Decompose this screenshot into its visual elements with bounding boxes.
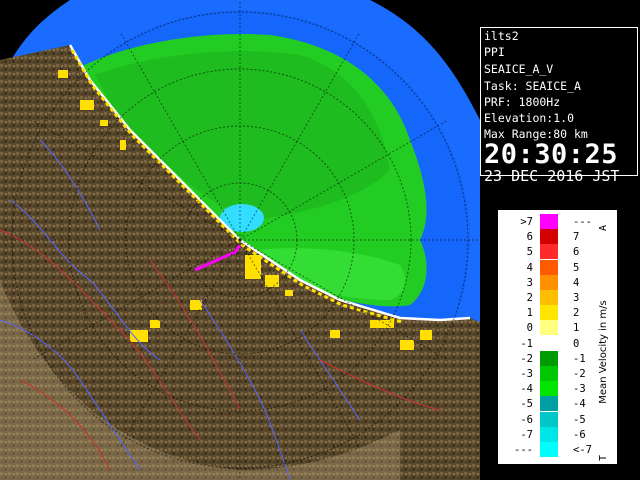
- legend-color-swatch: [540, 274, 558, 290]
- legend-top-marker: A: [598, 225, 609, 231]
- legend-color-swatch: [540, 350, 558, 366]
- legend-color-swatch: [540, 366, 558, 381]
- legend-title: A Mean Velocity in m/s T: [598, 225, 609, 461]
- legend-color-swatch: [540, 381, 558, 397]
- legend-left-label: -7: [520, 428, 533, 441]
- legend-right-label: -6: [573, 428, 586, 441]
- elevation-value: Elevation:1.0: [484, 111, 575, 125]
- legend-left-label: -4: [520, 383, 533, 396]
- scan-time: 20:30:25: [484, 139, 619, 170]
- legend-color-swatch: [540, 396, 558, 412]
- legend-left-label: >7: [520, 216, 533, 228]
- legend-left-label: 3: [526, 276, 533, 289]
- legend-right-label: 0: [573, 337, 580, 350]
- scan-mode: PPI: [484, 45, 505, 59]
- radar-map-view[interactable]: [0, 0, 480, 480]
- legend-left-label: 6: [526, 231, 533, 244]
- legend-right-label: 2: [573, 307, 580, 320]
- legend-right-label: -1: [573, 352, 586, 365]
- legend-left-label: -3: [520, 368, 533, 380]
- legend-right-label: 6: [573, 246, 580, 259]
- legend-left-label: 5: [526, 246, 533, 259]
- legend-right-label: -4: [573, 398, 586, 411]
- legend-color-swatch: [540, 290, 558, 305]
- legend-color-swatch: [540, 411, 558, 427]
- legend-color-swatch: [540, 259, 558, 275]
- legend-color-swatch: [540, 244, 558, 260]
- legend-right-label: 1: [573, 322, 580, 335]
- legend-left-label: -5: [520, 398, 533, 411]
- radar-info-panel: ilts2 PPI SEAICE_A_V Task: SEAICE_A PRF:…: [480, 27, 638, 184]
- legend-left-label: 2: [526, 292, 533, 304]
- legend-color-swatch: [540, 320, 558, 336]
- legend-title-text: Mean Velocity in m/s: [598, 300, 609, 403]
- legend-left-label: ---: [514, 444, 533, 456]
- legend-right-label: 7: [573, 231, 580, 244]
- legend-right-label: -3: [573, 383, 586, 396]
- site-name: ilts2: [484, 29, 519, 43]
- legend-right-label: <-7: [573, 444, 592, 456]
- legend-left-label: -1: [520, 337, 533, 350]
- task-name: SEAICE_A_V: [484, 62, 554, 76]
- legend-left-label: -6: [520, 413, 533, 426]
- legend-right-label: -5: [573, 413, 586, 426]
- legend-color-swatch: [540, 335, 558, 351]
- legend-left-label: -2: [520, 352, 533, 365]
- legend-left-label: 0: [526, 322, 533, 335]
- legend-right-label: ---: [573, 216, 592, 228]
- legend-color-swatch: [540, 426, 558, 442]
- legend-right-label: 5: [573, 261, 580, 274]
- legend-left-label: 1: [526, 307, 533, 320]
- scan-date: 23 DEC 2016 JST: [484, 167, 620, 185]
- prf-value: PRF: 1800Hz: [484, 95, 561, 109]
- legend-right-label: 3: [573, 292, 580, 304]
- legend-bottom-marker: T: [598, 455, 609, 461]
- legend-color-swatch: [540, 305, 558, 321]
- legend-color-swatch: [540, 442, 558, 457]
- legend-left-label: 4: [526, 261, 533, 274]
- legend-right-label: -2: [573, 368, 586, 380]
- task-line: Task: SEAICE_A: [484, 79, 581, 93]
- legend-right-label: 4: [573, 276, 580, 289]
- legend-color-swatch: [540, 229, 558, 245]
- radar-ppi-image: [0, 0, 480, 480]
- legend-color-swatch: [540, 214, 558, 229]
